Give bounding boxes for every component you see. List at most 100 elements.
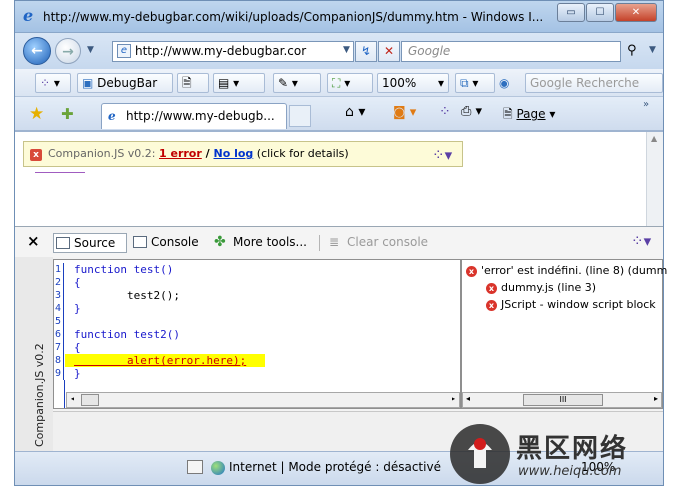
error-x-icon: x bbox=[486, 299, 497, 311]
error-stack-item[interactable]: x dummy.js (line 3) bbox=[486, 280, 596, 296]
forward-button[interactable]: → bbox=[55, 38, 81, 64]
home-icon[interactable]: ⌂ ▾ bbox=[345, 104, 365, 120]
errors-hscrollbar[interactable]: ◂ III ▸ bbox=[462, 392, 662, 408]
companion-panel: × Source Console ✤ More tools... ≣ Clear… bbox=[15, 226, 667, 452]
more-tools-label: More tools... bbox=[233, 235, 307, 249]
code-line: 9} bbox=[54, 367, 81, 380]
scroll-left-icon[interactable]: ◂ bbox=[70, 394, 75, 403]
debugbar-label: DebugBar bbox=[97, 76, 158, 90]
print-icon[interactable]: ⎙ ▾ bbox=[461, 104, 482, 119]
companion-dots-icon[interactable]: ⁘ bbox=[439, 104, 451, 120]
resize-icon: ⛶ bbox=[332, 76, 341, 90]
debugbar-button[interactable]: ▣ DebugBar bbox=[77, 73, 173, 93]
ie-window: e http://www.my-debugbar.com/wiki/upload… bbox=[14, 0, 667, 486]
zone-info[interactable]: Internet | Mode protégé : désactivé bbox=[211, 460, 441, 475]
log-link[interactable]: No log bbox=[213, 147, 253, 160]
panel-close-icon[interactable]: × bbox=[27, 232, 40, 250]
document-icon: 🗎 bbox=[182, 76, 192, 90]
scroll-right-icon[interactable]: ▸ bbox=[654, 394, 658, 403]
source-view[interactable]: 1 function test() 2{ 3 test2(); 4} 5 6 fun… bbox=[53, 259, 461, 409]
search-icon[interactable]: ⚲ bbox=[627, 43, 637, 58]
color-picker-button[interactable]: ✎ ▾ bbox=[273, 73, 321, 93]
content-scrollbar[interactable]: ▲ bbox=[646, 132, 663, 227]
title-bar: e http://www.my-debugbar.com/wiki/upload… bbox=[15, 1, 663, 33]
maximize-button[interactable]: ☐ bbox=[586, 3, 614, 22]
companion-prefix: Companion.JS v0.2: bbox=[48, 147, 160, 160]
panel-toolbar: × Source Console ✤ More tools... ≣ Clear… bbox=[15, 227, 663, 257]
error-item[interactable]: x'error' est indéfini. (line 8) (dumm bbox=[466, 263, 667, 279]
panel-side-tab: Companion.JS v0.2 bbox=[15, 257, 53, 452]
companion-status-bar[interactable]: x Companion.JS v0.2: 1 error / No log (c… bbox=[23, 141, 463, 167]
tab-label: http://www.my-debugb... bbox=[126, 109, 275, 123]
resize-button[interactable]: ⛶ ▾ bbox=[327, 73, 373, 93]
scroll-right-icon[interactable]: ▸ bbox=[451, 394, 456, 403]
history-dropdown-icon[interactable]: ▼ bbox=[87, 45, 94, 55]
add-favorite-icon[interactable]: ✚ bbox=[61, 105, 74, 123]
eye-icon[interactable]: ◉ bbox=[499, 76, 509, 90]
source-hscrollbar[interactable]: ◂ ▸ bbox=[66, 392, 460, 408]
scroll-up-icon[interactable]: ▲ bbox=[651, 134, 657, 143]
scroll-thumb[interactable]: III bbox=[523, 394, 603, 406]
console-icon bbox=[133, 236, 147, 248]
address-toolbar: ← → ▼ e http://www.my-debugbar.cor ▼ ↯ ✕… bbox=[15, 33, 663, 69]
watermark-url: www.heiqu.com bbox=[518, 464, 622, 479]
capture-button[interactable]: ▤ ▾ bbox=[213, 73, 265, 93]
chevron-more-icon[interactable]: » bbox=[643, 99, 649, 110]
favorites-star-icon[interactable]: ★ bbox=[29, 104, 44, 124]
debugbar-icon: ▣ bbox=[82, 76, 94, 90]
refresh-button[interactable]: ↯ bbox=[355, 41, 377, 62]
code-line: 3 test2(); bbox=[54, 289, 180, 302]
gutter-rest bbox=[54, 380, 65, 408]
google-search-input[interactable]: Google Recherche bbox=[525, 73, 663, 93]
page-menu[interactable]: 🗎 Page ▾ bbox=[503, 105, 555, 126]
clear-icon: ≣ bbox=[329, 235, 340, 249]
address-dropdown-icon[interactable]: ▼ bbox=[343, 45, 350, 55]
zone-label: Internet | Mode protégé : désactivé bbox=[229, 460, 441, 474]
tools-button[interactable]: ⧉ ▾ bbox=[455, 73, 495, 93]
search-input[interactable]: Google bbox=[401, 41, 621, 62]
address-url: http://www.my-debugbar.cor bbox=[135, 44, 307, 58]
pen-icon: ✎ bbox=[278, 76, 289, 90]
companion-suffix: (click for details) bbox=[253, 147, 349, 160]
shield-icon bbox=[187, 460, 203, 474]
tab-source[interactable]: Source bbox=[53, 233, 127, 253]
errors-list[interactable]: x'error' est indéfini. (line 8) (dumm xd… bbox=[461, 259, 667, 409]
zoom-value: 100% bbox=[382, 76, 417, 90]
code-line-error: 8 alert(error.here); bbox=[54, 354, 247, 367]
close-window-button[interactable]: ✕ bbox=[615, 3, 657, 22]
page-tool-button[interactable]: 🗎 bbox=[177, 73, 209, 93]
address-input[interactable]: e http://www.my-debugbar.cor bbox=[112, 41, 354, 62]
ie-logo-icon: e bbox=[23, 6, 34, 25]
clear-console-button[interactable]: ≣ Clear console bbox=[327, 233, 437, 253]
watermark-title: 黑区网络 bbox=[516, 434, 629, 464]
toolbar-divider bbox=[319, 235, 320, 251]
companion-status-text: Companion.JS v0.2: 1 error / No log (cli… bbox=[48, 147, 349, 160]
error-stack-item[interactable]: x JScript - window script block bbox=[486, 297, 656, 313]
source-icon bbox=[56, 237, 70, 249]
panel-menu-icon[interactable]: ⁘▾ bbox=[631, 232, 651, 250]
error-link[interactable]: 1 error bbox=[159, 147, 202, 160]
companion-menu-icon[interactable]: ⁘▾ bbox=[432, 146, 452, 164]
tab-console[interactable]: Console bbox=[131, 233, 207, 253]
scroll-thumb[interactable] bbox=[81, 394, 99, 406]
tab-current[interactable]: e http://www.my-debugb... bbox=[101, 103, 287, 129]
code-line: 6 function test2() bbox=[54, 328, 180, 341]
zoom-select[interactable]: 100% ▾ bbox=[377, 73, 449, 93]
camera-icon: ▤ bbox=[218, 76, 230, 90]
watermark: 黑区网络 www.heiqu.com bbox=[446, 420, 668, 488]
code-line: 7{ bbox=[54, 341, 81, 354]
back-button[interactable]: ← bbox=[23, 37, 51, 65]
minimize-button[interactable]: ▭ bbox=[557, 3, 585, 22]
new-tab-button[interactable] bbox=[289, 105, 311, 127]
code-line: 4} bbox=[54, 302, 81, 315]
feeds-icon[interactable]: ◙ ▾ bbox=[393, 105, 416, 120]
more-tools-button[interactable]: ✤ More tools... bbox=[213, 233, 313, 253]
companion-menu-button[interactable]: ⁘ ▾ bbox=[35, 73, 71, 93]
tab-source-label: Source bbox=[74, 236, 116, 250]
dots-icon: ⁘ bbox=[40, 76, 51, 90]
stop-button[interactable]: ✕ bbox=[378, 41, 400, 62]
search-dropdown-icon[interactable]: ▼ bbox=[649, 45, 656, 55]
globe-icon bbox=[211, 460, 225, 475]
scroll-left-icon[interactable]: ◂ bbox=[466, 394, 470, 403]
ie-tab-icon: e bbox=[108, 109, 116, 123]
